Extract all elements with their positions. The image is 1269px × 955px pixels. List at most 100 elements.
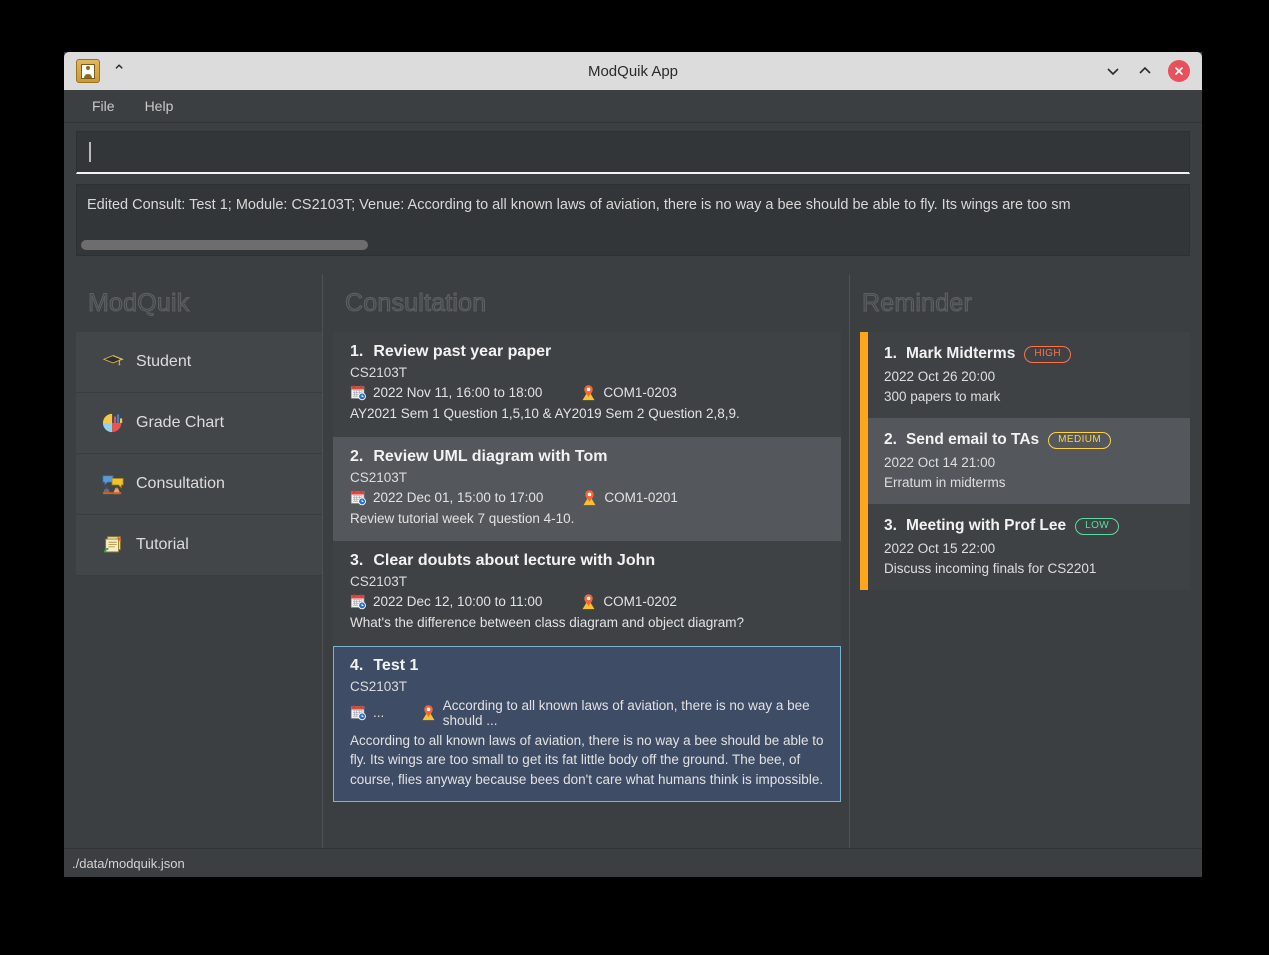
sidebar-item-student[interactable]: Student — [76, 332, 322, 393]
consultation-list-item[interactable]: 1. Review past year paper CS2103T 2022 N… — [333, 332, 841, 437]
consultation-list-item[interactable]: 3. Clear doubts about lecture with John … — [333, 541, 841, 646]
status-bar: ./data/modquik.json — [64, 848, 1202, 877]
reminder-title-row: 2. Send email to TAs MEDIUM — [884, 431, 1178, 449]
consultation-venue: COM1-0201 — [604, 489, 678, 505]
menu-item-file[interactable]: File — [80, 94, 127, 118]
reminder-list-item[interactable]: 3. Meeting with Prof Lee LOW 2022 Oct 15… — [868, 504, 1190, 590]
consultation-description: AY2021 Sem 1 Question 1,5,10 & AY2019 Se… — [350, 406, 740, 421]
window-controls — [1104, 60, 1196, 82]
sidebar-title: ModQuik — [87, 288, 190, 317]
reminder-date: 2022 Oct 15 22:00 — [884, 541, 996, 556]
command-input[interactable] — [76, 131, 1190, 174]
consultation-venue: COM1-0203 — [603, 385, 677, 400]
consultation-panel: Consultation 1. Review past year paper C… — [323, 274, 850, 848]
consultation-name: Review UML diagram with Tom — [373, 447, 608, 465]
consultation-list: 1. Review past year paper CS2103T 2022 N… — [323, 332, 849, 803]
contact-book-icon — [76, 59, 100, 83]
graduation-cap-icon — [102, 355, 124, 366]
location-pin-icon — [582, 594, 595, 610]
result-text: Edited Consult: Test 1; Module: CS2103T;… — [87, 197, 1071, 213]
reminder-index: 2. — [884, 431, 897, 448]
window-title: ModQuik App — [587, 62, 679, 80]
reminder-date: 2022 Oct 26 20:00 — [884, 369, 996, 384]
consultation-index: 1. — [350, 343, 364, 360]
reminder-list-container: 1. Mark Midterms HIGH 2022 Oct 26 20:00 … — [850, 332, 1190, 590]
consultation-meta: 2022 Dec 12, 10:00 to 11:00 COM1-0202 — [350, 593, 826, 610]
reminder-index: 3. — [884, 517, 897, 534]
consultation-module: CS2103T — [350, 365, 408, 380]
sidebar-item-student-label: Student — [136, 353, 192, 370]
calendar-clock-icon — [350, 594, 366, 610]
sidebar-header: ModQuik — [76, 274, 322, 332]
reminder-name: Send email to TAs — [905, 431, 1040, 448]
consultation-list-item[interactable]: 2. Review UML diagram with Tom CS2103T 2… — [333, 436, 841, 542]
title-bar-left-controls: ⌃︎ — [70, 59, 126, 83]
consultation-name: Review past year paper — [373, 343, 552, 360]
reminder-name: Mark Midterms — [905, 345, 1016, 362]
consultation-title-row: 2. Review UML diagram with Tom — [350, 448, 826, 466]
pie-chart-icon — [102, 413, 123, 433]
consultation-meta: 2022 Dec 01, 15:00 to 17:00 COM1-0201 — [350, 489, 826, 506]
double-chevron-up-icon[interactable]: ⌃︎ — [112, 63, 126, 80]
consultation-description: According to all known laws of aviation,… — [350, 732, 824, 787]
calendar-clock-icon — [350, 705, 366, 721]
result-display: Edited Consult: Test 1; Module: CS2103T;… — [76, 184, 1190, 256]
result-horizontal-scrollbar[interactable] — [81, 240, 1185, 250]
calendar-clock-icon — [350, 489, 366, 505]
app-window: ⌃︎ ModQuik App File Help Edited Consult:… — [64, 52, 1202, 877]
reminder-date: 2022 Oct 14 21:00 — [884, 455, 996, 470]
reminder-description: 300 papers to mark — [884, 389, 1001, 404]
consultation-module: CS2103T — [350, 574, 408, 590]
consultation-venue: COM1-0202 — [603, 594, 677, 610]
sidebar-item-grade-chart[interactable]: Grade Chart — [76, 393, 322, 454]
calendar-clock-icon — [350, 385, 366, 401]
menu-bar: File Help — [64, 90, 1202, 123]
reminder-index: 1. — [884, 345, 897, 362]
consultation-date: 2022 Dec 01, 15:00 to 17:00 — [373, 489, 544, 505]
consultation-index: 4. — [350, 656, 364, 674]
consultation-name: Test 1 — [373, 656, 419, 674]
result-scrollbar-thumb[interactable] — [81, 240, 369, 250]
consultation-module: CS2103T — [350, 678, 408, 694]
chevron-down-icon[interactable] — [1104, 62, 1122, 80]
priority-badge-medium: MEDIUM — [1048, 431, 1112, 449]
reminder-list-item[interactable]: 1. Mark Midterms HIGH 2022 Oct 26 20:00 … — [868, 332, 1190, 418]
sidebar-list: Student Grade Chart Consultation Tutoria… — [76, 332, 322, 576]
reminder-list: 1. Mark Midterms HIGH 2022 Oct 26 20:00 … — [868, 332, 1190, 590]
consultation-description: What's the difference between class diag… — [350, 615, 745, 631]
consultation-list-item-selected[interactable]: 4. Test 1 CS2103T ... According to all k… — [333, 645, 841, 803]
reminder-list-item[interactable]: 2. Send email to TAs MEDIUM 2022 Oct 14 … — [868, 418, 1190, 504]
reminder-name: Meeting with Prof Lee — [905, 517, 1067, 534]
result-box-container: Edited Consult: Test 1; Module: CS2103T;… — [64, 174, 1202, 264]
consultation-venue: According to all known laws of aviation,… — [442, 697, 810, 728]
consultation-description: Review tutorial week 7 question 4-10. — [350, 510, 575, 526]
consultation-date: 2022 Nov 11, 16:00 to 18:00 — [373, 385, 543, 400]
reminder-description: Discuss incoming finals for CS2201 — [884, 561, 1097, 576]
sidebar-item-consultation-label: Consultation — [136, 475, 225, 492]
sidebar-item-tutorial[interactable]: Tutorial — [76, 515, 322, 576]
text-caret — [89, 142, 91, 162]
status-bar-path: ./data/modquik.json — [72, 855, 185, 871]
consultation-name: Clear doubts about lecture with John — [373, 552, 656, 570]
location-pin-icon — [583, 489, 596, 505]
location-pin-icon — [582, 385, 595, 401]
sidebar-item-tutorial-label: Tutorial — [136, 536, 189, 553]
sidebar-item-grade-chart-label: Grade Chart — [136, 414, 225, 431]
speech-bubbles-icon — [102, 475, 124, 495]
close-icon[interactable] — [1168, 60, 1190, 82]
menu-item-help[interactable]: Help — [133, 94, 186, 118]
reminder-panel: Reminder 1. Mark Midterms HIGH 2022 Oct … — [850, 274, 1190, 848]
sidebar-panel: ModQuik Student Grade Chart Consultation… — [76, 274, 323, 848]
reminder-title-row: 3. Meeting with Prof Lee LOW — [884, 517, 1178, 535]
consultation-date: ... — [373, 705, 385, 721]
consultation-meta: 2022 Nov 11, 16:00 to 18:00 COM1-0203 — [350, 384, 826, 401]
books-icon — [103, 536, 122, 553]
sidebar-item-consultation[interactable]: Consultation — [76, 454, 322, 515]
reminder-accent-bar — [860, 332, 868, 590]
reminder-title: Reminder — [862, 288, 973, 317]
consultation-title: Consultation — [344, 288, 487, 317]
reminder-title-row: 1. Mark Midterms HIGH — [884, 345, 1178, 363]
consultation-index: 2. — [350, 447, 364, 465]
title-bar: ⌃︎ ModQuik App — [64, 52, 1202, 90]
chevron-up-icon[interactable] — [1136, 62, 1154, 80]
